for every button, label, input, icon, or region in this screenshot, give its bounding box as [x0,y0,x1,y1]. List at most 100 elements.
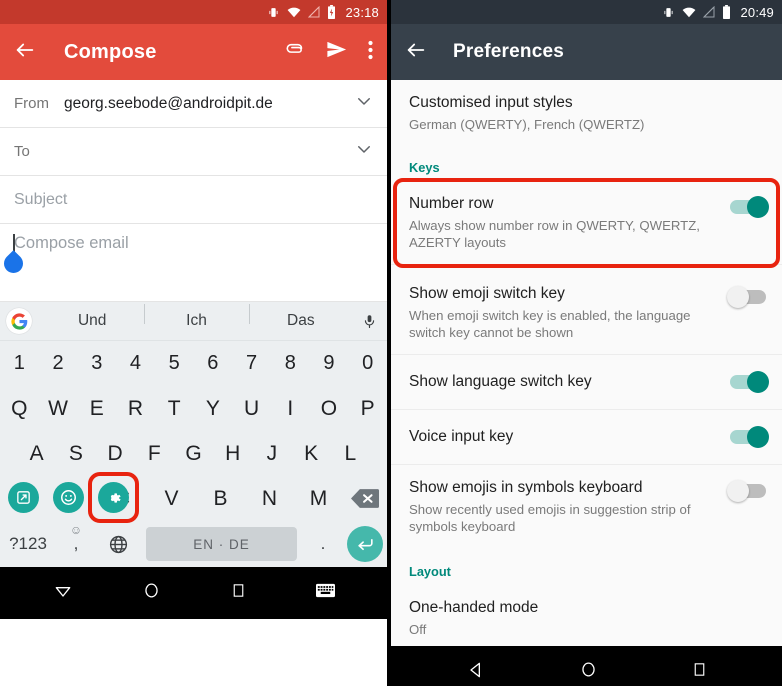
key[interactable]: 5 [155,352,194,375]
list-item-one-handed-mode[interactable]: One-handed mode Off [391,585,782,646]
left-phone-screen: 23:18 Compose From georg.seebode@android… [0,0,391,686]
suggestion-item[interactable]: Das [248,304,353,330]
list-item-title: One-handed mode [409,599,539,616]
right-phone-screen: 20:49 Preferences Customised input style… [391,0,782,686]
key[interactable]: F [135,442,174,466]
toggle-show-emojis-in-symbols-keyboard[interactable] [727,480,766,502]
from-field[interactable]: From georg.seebode@androidpit.de [0,80,387,128]
battery-charging-icon [327,5,336,19]
back-arrow-icon[interactable] [14,39,36,66]
backspace-icon[interactable] [343,488,387,509]
status-time-left: 23:18 [345,4,379,20]
key[interactable]: D [95,442,134,466]
suggestion-item[interactable]: Und [40,312,144,330]
key[interactable]: U [232,397,271,421]
cursor-handle[interactable] [0,250,27,277]
enter-key[interactable] [343,526,387,562]
key[interactable]: H [213,442,252,466]
list-item-voice-input-key[interactable]: Voice input key [391,410,782,465]
key[interactable]: Y [194,397,233,421]
list-item-show-emoji-switch-key[interactable]: Show emoji switch key When emoji switch … [391,271,782,355]
google-logo-icon[interactable] [6,308,32,334]
list-item-show-emojis-in-symbols-keyboard[interactable]: Show emojis in symbols keyboard Show rec… [391,465,782,548]
key[interactable]: I [271,397,310,421]
toggle-show-language-switch-key[interactable] [730,371,769,393]
vibrate-icon [662,6,675,19]
key[interactable]: E [77,397,116,421]
key[interactable]: 8 [271,352,310,375]
back-icon[interactable] [466,660,486,685]
key[interactable]: S [56,442,95,466]
subject-field[interactable]: Subject [0,176,387,224]
spacebar[interactable]: EN · DE [146,527,297,561]
recents-icon[interactable] [230,582,247,604]
toggle-voice-input-key[interactable] [730,426,769,448]
key[interactable]: P [348,397,387,421]
key[interactable]: J [252,442,291,466]
key[interactable]: L [331,442,370,466]
key[interactable]: R [116,397,155,421]
signal-off-icon [308,6,320,18]
home-icon[interactable] [579,660,598,684]
list-item-show-language-switch-key[interactable]: Show language switch key [391,355,782,410]
key[interactable]: M [294,487,343,511]
keyboard-switch-icon[interactable] [315,583,335,603]
key[interactable]: V [147,487,196,511]
key[interactable]: 7 [232,352,271,375]
preferences-list[interactable]: Customised input styles German (QWERTY),… [391,80,782,646]
toggle-knob [727,480,749,502]
back-arrow-icon[interactable] [405,39,427,66]
hide-keyboard-icon[interactable] [53,581,73,606]
attach-icon[interactable] [284,39,305,65]
emoji-icon[interactable] [53,482,84,513]
section-header-layout: Layout [409,564,451,579]
chevron-down-icon[interactable] [355,140,373,163]
key[interactable]: 9 [310,352,349,375]
comma-upper-label: ☺ [69,523,83,537]
send-icon[interactable] [325,38,348,66]
home-icon[interactable] [142,581,161,605]
key[interactable]: 6 [194,352,233,375]
symbols-key[interactable]: ?123 [0,534,56,554]
key[interactable]: 2 [39,352,78,375]
screenshot-root: 23:18 Compose From georg.seebode@android… [0,0,782,686]
section-header-keys: Keys [409,160,440,175]
highlighted-number-row-wrapper: Number row Always show number row in QWE… [391,178,782,268]
to-field[interactable]: To [0,128,387,176]
key[interactable]: W [39,397,78,421]
resize-keyboard-icon[interactable] [8,482,39,513]
toggle-knob [747,196,769,218]
key[interactable]: 4 [116,352,155,375]
keyboard-bottom-row: Z X C V B N M [0,472,387,523]
to-label: To [14,143,30,160]
mic-icon[interactable] [353,312,387,331]
recents-icon[interactable] [691,661,708,683]
toggle-show-emoji-switch-key[interactable] [727,286,766,308]
key[interactable]: B [196,487,245,511]
list-item-customised-input-styles[interactable]: Customised input styles German (QWERTY),… [391,80,782,146]
vibrate-icon [267,6,280,19]
key[interactable]: Q [0,397,39,421]
key[interactable]: K [292,442,331,466]
page-title: Preferences [453,41,564,62]
key[interactable]: 3 [77,352,116,375]
key[interactable]: N [245,487,294,511]
key[interactable]: 0 [348,352,387,375]
suggestion-item[interactable]: Ich [144,304,248,330]
battery-icon [722,5,731,19]
compose-body-field[interactable]: Compose email [0,224,387,302]
list-item-number-row[interactable]: Number row Always show number row in QWE… [391,181,782,265]
key[interactable]: G [174,442,213,466]
gear-button-highlight [88,472,139,523]
key[interactable]: A [17,442,56,466]
comma-key[interactable]: ☺ , [56,523,96,554]
key[interactable]: O [310,397,349,421]
toggle-number-row[interactable] [730,196,769,218]
keyboard: Und Ich Das 1 2 3 4 5 6 7 8 9 0 Q W E R … [0,302,387,567]
key[interactable]: 1 [0,352,39,375]
key[interactable]: T [155,397,194,421]
globe-icon[interactable] [96,534,140,555]
period-key[interactable]: . [303,534,343,554]
overflow-menu-icon[interactable] [368,40,373,65]
chevron-down-icon[interactable] [355,92,373,115]
